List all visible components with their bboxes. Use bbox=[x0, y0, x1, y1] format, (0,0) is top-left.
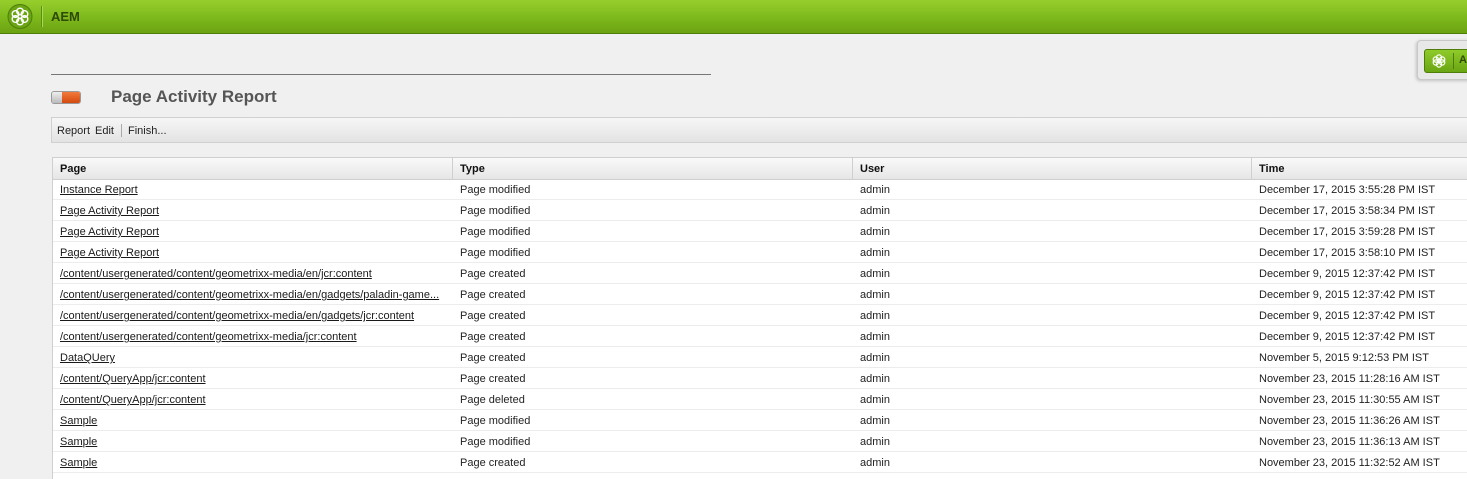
cell-user: admin bbox=[860, 331, 890, 343]
table-row[interactable]: /content/QueryApp/jcr:content Page delete… bbox=[53, 389, 1467, 410]
cell-user: admin bbox=[860, 289, 890, 301]
cell-time: December 9, 2015 12:37:42 PM IST bbox=[1259, 310, 1436, 322]
table-row[interactable]: Sample Page modified admin November 23, 201… bbox=[53, 410, 1467, 431]
page-title: Page Activity Report bbox=[111, 87, 277, 106]
cell-time: December 17, 2015 3:59:28 PM IST bbox=[1259, 226, 1436, 238]
page-link[interactable]: Sample bbox=[53, 410, 450, 430]
cell-time: December 17, 2015 3:58:10 PM IST bbox=[1259, 247, 1436, 259]
table-row[interactable]: Sample Page created admin November 23, 2015… bbox=[53, 452, 1467, 473]
page-link[interactable]: Sample bbox=[53, 452, 450, 472]
page-link[interactable]: /content/usergenerated/content/geometrix… bbox=[53, 305, 450, 325]
column-header-user[interactable]: User bbox=[853, 158, 1252, 179]
title-rule bbox=[51, 74, 711, 75]
toolbar-divider bbox=[121, 124, 122, 137]
column-header-type[interactable]: Type bbox=[453, 158, 853, 179]
cell-time: December 17, 2015 3:55:28 PM IST bbox=[1259, 184, 1436, 196]
finish-button[interactable]: Finish... bbox=[128, 125, 167, 137]
cell-type: Page modified bbox=[460, 226, 531, 238]
page-link[interactable]: /content/usergenerated/content/geometrix… bbox=[53, 263, 450, 283]
table-row[interactable]: DataQUery Page created admin November 5, 20… bbox=[53, 347, 1467, 368]
cell-user: admin bbox=[860, 436, 890, 448]
cell-user: admin bbox=[860, 226, 890, 238]
cell-user: admin bbox=[860, 352, 890, 364]
report-button[interactable]: Report bbox=[57, 125, 90, 137]
table-row[interactable]: /content/QueryApp/jcr:content Page create… bbox=[53, 368, 1467, 389]
page-link[interactable]: /content/QueryApp/jcr:content bbox=[53, 389, 450, 409]
column-header-page[interactable]: Page bbox=[53, 158, 453, 179]
cell-time: November 23, 2015 11:36:26 AM IST bbox=[1259, 415, 1440, 427]
edit-button[interactable]: Edit bbox=[95, 125, 114, 137]
cell-type: Page modified bbox=[460, 436, 531, 448]
cell-user: admin bbox=[860, 457, 890, 469]
cell-type: Page modified bbox=[460, 415, 531, 427]
cell-type: Page created bbox=[460, 289, 526, 301]
report-toolbar: Report Edit Finish... bbox=[51, 117, 1467, 143]
cell-time: November 23, 2015 11:32:52 AM IST bbox=[1259, 457, 1440, 469]
sidekick-divider bbox=[1453, 53, 1454, 69]
cell-type: Page created bbox=[460, 268, 526, 280]
page-link[interactable]: /content/usergenerated/content/geometrix… bbox=[53, 284, 450, 304]
cell-time: November 23, 2015 11:28:16 AM IST bbox=[1259, 373, 1440, 385]
cell-type: Page created bbox=[460, 373, 526, 385]
cell-user: admin bbox=[860, 205, 890, 217]
page-link[interactable]: Sample bbox=[53, 431, 450, 451]
topbar-divider bbox=[41, 6, 42, 27]
table-row[interactable]: Sample Page modified admin November 23, 201… bbox=[53, 431, 1467, 452]
cell-user: admin bbox=[860, 247, 890, 259]
cell-user: admin bbox=[860, 415, 890, 427]
cell-type: Page modified bbox=[460, 184, 531, 196]
table-row[interactable]: /content/usergenerated/content/geometrix… bbox=[53, 284, 1467, 305]
cell-type: Page created bbox=[460, 310, 526, 322]
sidekick-label: A bbox=[1459, 54, 1467, 66]
column-header-time[interactable]: Time bbox=[1252, 158, 1467, 179]
table-header: Page Type User Time bbox=[53, 158, 1467, 180]
aem-logo-icon[interactable] bbox=[6, 3, 34, 30]
cell-type: Page created bbox=[460, 352, 526, 364]
table-row[interactable]: Page Activity Report Page modified admin De… bbox=[53, 200, 1467, 221]
table-row[interactable]: /content/usergenerated/content/geometrix… bbox=[53, 263, 1467, 284]
table-row[interactable]: /content/usergenerated/content/geometrix… bbox=[53, 305, 1467, 326]
report-table: Page Type User Time Instance Report Page … bbox=[52, 157, 1467, 479]
cell-time: December 9, 2015 12:37:42 PM IST bbox=[1259, 331, 1436, 343]
cell-time: November 5, 2015 9:12:53 PM IST bbox=[1259, 352, 1429, 364]
cell-user: admin bbox=[860, 184, 890, 196]
cell-user: admin bbox=[860, 373, 890, 385]
table-row[interactable]: Instance Report Page modified admin Decembe… bbox=[53, 179, 1467, 200]
cell-time: November 23, 2015 11:36:13 AM IST bbox=[1259, 436, 1440, 448]
cell-type: Page created bbox=[460, 331, 526, 343]
page-link[interactable]: Page Activity Report bbox=[53, 242, 450, 262]
cell-time: November 23, 2015 11:30:55 AM IST bbox=[1259, 394, 1440, 406]
page-link[interactable]: /content/QueryApp/jcr:content bbox=[53, 368, 450, 388]
page-link[interactable]: Instance Report bbox=[53, 179, 450, 199]
cell-user: admin bbox=[860, 268, 890, 280]
table-row[interactable]: /content/usergenerated/content/geometrix… bbox=[53, 326, 1467, 347]
cell-time: December 9, 2015 12:37:42 PM IST bbox=[1259, 289, 1436, 301]
cell-time: December 9, 2015 12:37:42 PM IST bbox=[1259, 268, 1436, 280]
cell-type: Page deleted bbox=[460, 394, 525, 406]
page-link[interactable]: DataQUery bbox=[53, 347, 450, 367]
cell-time: December 17, 2015 3:58:34 PM IST bbox=[1259, 205, 1436, 217]
app-title[interactable]: AEM bbox=[51, 9, 80, 24]
table-row[interactable]: Page Activity Report Page modified admin De… bbox=[53, 221, 1467, 242]
page-link[interactable]: /content/usergenerated/content/geometrix… bbox=[53, 326, 450, 346]
sidekick-panel[interactable]: A bbox=[1417, 40, 1467, 80]
cell-user: admin bbox=[860, 394, 890, 406]
cell-user: admin bbox=[860, 310, 890, 322]
top-bar: AEM bbox=[0, 0, 1467, 34]
cell-type: Page created bbox=[460, 457, 526, 469]
table-row[interactable]: Page Activity Report Page modified admin De… bbox=[53, 242, 1467, 263]
aem-flower-icon bbox=[1432, 54, 1446, 68]
page-link[interactable]: Page Activity Report bbox=[53, 200, 450, 220]
toggle-switch-icon[interactable] bbox=[51, 91, 81, 104]
sidekick-button[interactable]: A bbox=[1424, 49, 1467, 73]
cell-type: Page modified bbox=[460, 205, 531, 217]
cell-type: Page modified bbox=[460, 247, 531, 259]
page-link[interactable]: Page Activity Report bbox=[53, 221, 450, 241]
